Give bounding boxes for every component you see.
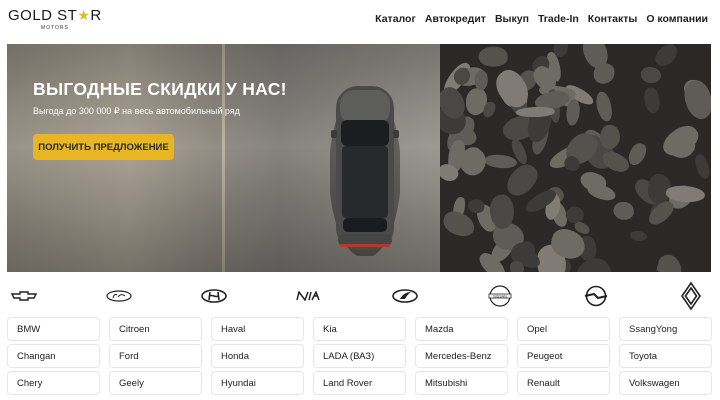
brand-link-ssangyong[interactable]: SsangYong: [619, 317, 712, 341]
brand-link-geely[interactable]: Geely: [109, 371, 202, 395]
renault-logo-icon[interactable]: [676, 282, 706, 310]
brand-link-ford[interactable]: Ford: [109, 344, 202, 368]
hero-rocks-background: [440, 44, 711, 272]
brand-logos-row: NISSAN: [0, 282, 720, 310]
brand-link-hyundai[interactable]: Hyundai: [211, 371, 304, 395]
rock-texture: [641, 66, 662, 83]
logo-wordmark: GOLD ST★R: [8, 7, 108, 24]
rock-texture: [565, 98, 581, 126]
hyundai-logo-icon[interactable]: [199, 282, 229, 310]
rock-texture: [440, 208, 479, 240]
rock-texture: [599, 147, 633, 177]
brand-link-land-rover[interactable]: Land Rover: [313, 371, 406, 395]
nissan-logo-icon[interactable]: NISSAN: [485, 282, 515, 310]
nav-buyout[interactable]: Выкуп: [495, 13, 529, 25]
main-nav: Каталог Автокредит Выкуп Trade-In Контак…: [375, 13, 708, 25]
brand-link-changan[interactable]: Changan: [7, 344, 100, 368]
svg-text:NISSAN: NISSAN: [493, 294, 507, 298]
logo-text-start: GOLD ST: [8, 7, 78, 24]
rock-texture: [612, 200, 635, 222]
brand-link-citroen[interactable]: Citroen: [109, 317, 202, 341]
nav-trade-in[interactable]: Trade-In: [538, 13, 579, 25]
rock-texture: [484, 153, 517, 169]
rock-texture: [474, 69, 489, 91]
nav-about[interactable]: О компании: [646, 13, 708, 25]
rock-texture: [592, 62, 616, 85]
brand-link-chery[interactable]: Chery: [7, 371, 100, 395]
lada-logo-icon[interactable]: [390, 282, 420, 310]
ford-logo-icon[interactable]: [104, 282, 134, 310]
brand-link-opel[interactable]: Opel: [517, 317, 610, 341]
logo-subtitle: MOTORS: [41, 25, 69, 31]
get-offer-button[interactable]: ПОЛУЧИТЬ ПРЕДЛОЖЕНИЕ: [33, 134, 174, 160]
brand-link-lada[interactable]: LADA (ВАЗ): [313, 344, 406, 368]
rock-texture: [477, 45, 509, 69]
brand-link-toyota[interactable]: Toyota: [619, 344, 712, 368]
brand-link-kia[interactable]: Kia: [313, 317, 406, 341]
nav-catalog[interactable]: Каталог: [375, 13, 416, 25]
kia-logo-icon[interactable]: [295, 282, 325, 310]
brand-link-honda[interactable]: Honda: [211, 344, 304, 368]
chevrolet-logo-icon[interactable]: [9, 282, 39, 310]
header: GOLD ST★R MOTORS Каталог Автокредит Выку…: [0, 0, 720, 42]
brand-link-haval[interactable]: Haval: [211, 317, 304, 341]
star-icon: ★: [77, 7, 91, 23]
hero-banner: ВЫГОДНЫЕ СКИДКИ У НАС! Выгода до 300 000…: [7, 44, 711, 272]
brand-link-renault[interactable]: Renault: [517, 371, 610, 395]
brand-link-bmw[interactable]: BMW: [7, 317, 100, 341]
hero-subtitle: Выгода до 300 000 ₽ на весь автомобильны…: [33, 106, 240, 116]
brand-link-mazda[interactable]: Mazda: [415, 317, 508, 341]
rock-texture: [629, 231, 648, 242]
rock-texture: [651, 44, 682, 70]
rock-texture: [641, 86, 663, 116]
car-image: [330, 86, 400, 256]
brand-link-mitsubishi[interactable]: Mitsubishi: [415, 371, 508, 395]
brand-link-mercedes-benz[interactable]: Mercedes-Benz: [415, 344, 508, 368]
brand-link-volkswagen[interactable]: Volkswagen: [619, 371, 712, 395]
brand-link-peugeot[interactable]: Peugeot: [517, 344, 610, 368]
rock-texture: [692, 152, 711, 181]
rock-texture: [466, 197, 485, 215]
hero-title: ВЫГОДНЫЕ СКИДКИ У НАС!: [33, 79, 287, 99]
logo-text-end: R: [90, 7, 102, 24]
rock-texture: [626, 140, 649, 168]
opel-logo-icon[interactable]: [581, 282, 611, 310]
nav-contacts[interactable]: Контакты: [588, 13, 638, 25]
gold-star-logo[interactable]: GOLD ST★R MOTORS: [8, 7, 108, 33]
rock-texture: [594, 90, 614, 123]
nav-autocredit[interactable]: Автокредит: [425, 13, 486, 25]
